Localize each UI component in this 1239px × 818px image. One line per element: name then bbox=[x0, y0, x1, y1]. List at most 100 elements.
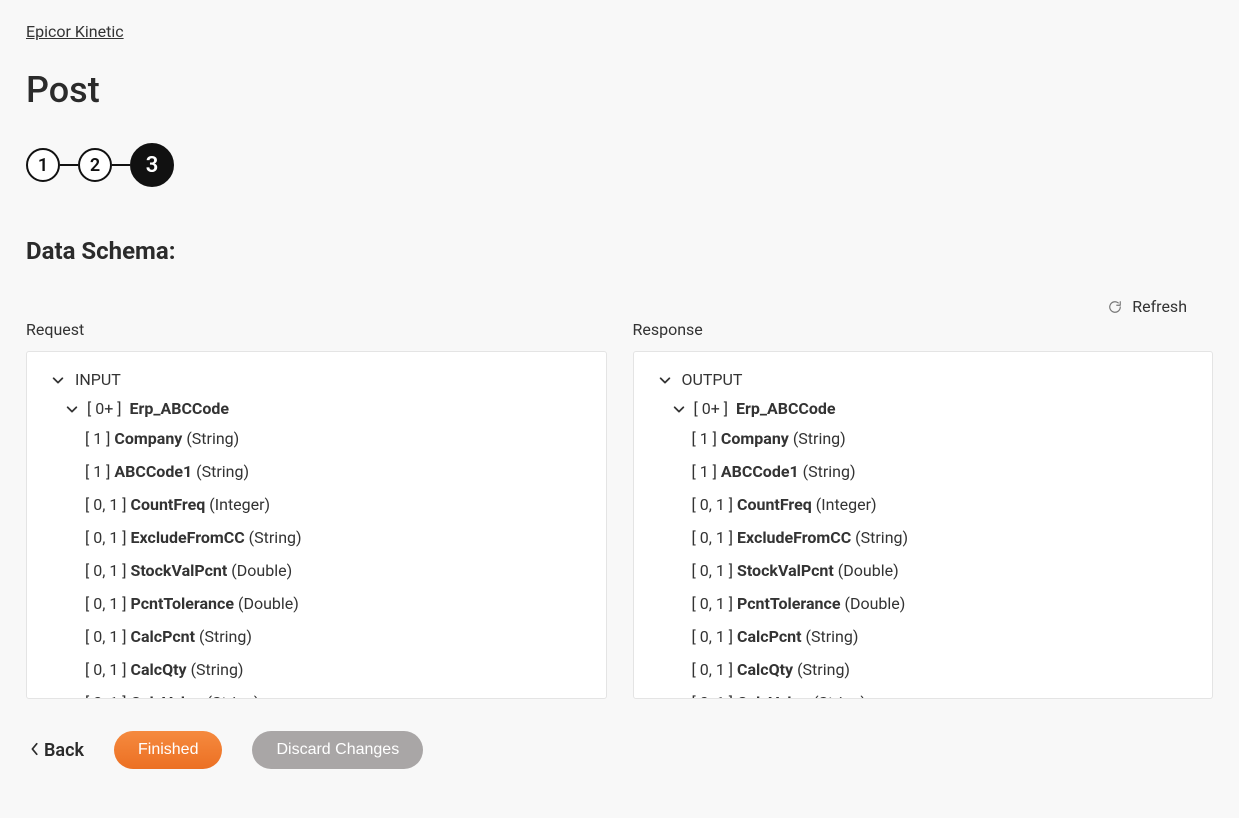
chevron-down-icon bbox=[658, 373, 672, 387]
step-1[interactable]: 1 bbox=[26, 148, 60, 182]
field-name: StockValPcnt bbox=[131, 561, 232, 580]
field-name: CalcPcnt bbox=[737, 627, 806, 646]
step-connector bbox=[60, 164, 78, 166]
field-cardinality: [ 0, 1 ] bbox=[692, 561, 738, 580]
response-field[interactable]: [ 0, 1 ] PcntTolerance (Double) bbox=[658, 592, 1189, 616]
field-type: (String) bbox=[196, 462, 249, 481]
field-name: CountFreq bbox=[737, 495, 816, 514]
field-cardinality: [ 0, 1 ] bbox=[692, 495, 738, 514]
field-type: (Double) bbox=[844, 594, 905, 613]
field-name: CountFreq bbox=[131, 495, 210, 514]
step-3[interactable]: 3 bbox=[130, 143, 174, 187]
breadcrumb[interactable]: Epicor Kinetic bbox=[26, 22, 124, 41]
field-type: (String) bbox=[813, 693, 866, 699]
field-type: (Integer) bbox=[816, 495, 877, 514]
back-button[interactable]: Back bbox=[30, 740, 84, 761]
request-field[interactable]: [ 0, 1 ] PcntTolerance (Double) bbox=[51, 592, 582, 616]
step-connector bbox=[112, 164, 130, 166]
field-type: (String) bbox=[207, 693, 260, 699]
request-field[interactable]: [ 0, 1 ] CountFreq (Integer) bbox=[51, 493, 582, 517]
stepper: 123 bbox=[26, 143, 1213, 187]
chevron-down-icon bbox=[51, 373, 65, 387]
response-field[interactable]: [ 0, 1 ] CountFreq (Integer) bbox=[658, 493, 1189, 517]
page-title: Post bbox=[26, 69, 1213, 111]
request-field[interactable]: [ 0, 1 ] CalcQty (String) bbox=[51, 658, 582, 682]
refresh-icon bbox=[1108, 300, 1122, 314]
response-field[interactable]: [ 0, 1 ] CalcQty (String) bbox=[658, 658, 1189, 682]
request-group-node[interactable]: [ 0+ ] Erp_ABCCode bbox=[51, 399, 582, 418]
field-cardinality: [ 0, 1 ] bbox=[692, 594, 738, 613]
field-name: PcntTolerance bbox=[737, 594, 844, 613]
chevron-down-icon bbox=[65, 402, 79, 416]
field-name: ExcludeFromCC bbox=[737, 528, 855, 547]
response-field[interactable]: [ 0, 1 ] StockValPcnt (Double) bbox=[658, 559, 1189, 583]
field-cardinality: [ 0, 1 ] bbox=[85, 660, 131, 679]
field-cardinality: [ 0, 1 ] bbox=[692, 627, 738, 646]
request-root-node[interactable]: INPUT bbox=[51, 370, 582, 389]
field-type: (Double) bbox=[231, 561, 292, 580]
field-name: Company bbox=[721, 429, 793, 448]
field-name: PcntTolerance bbox=[131, 594, 238, 613]
response-group-node[interactable]: [ 0+ ] Erp_ABCCode bbox=[658, 399, 1189, 418]
field-name: ABCCode1 bbox=[721, 462, 803, 481]
request-group-cardinality: [ 0+ ] bbox=[87, 399, 122, 418]
chevron-left-icon bbox=[30, 740, 40, 761]
request-field[interactable]: [ 1 ] Company (String) bbox=[51, 427, 582, 451]
field-name: CalcQty bbox=[737, 660, 797, 679]
response-field[interactable]: [ 1 ] ABCCode1 (String) bbox=[658, 460, 1189, 484]
response-field[interactable]: [ 0, 1 ] CalcValue (String) bbox=[658, 691, 1189, 699]
field-cardinality: [ 0, 1 ] bbox=[692, 693, 738, 699]
field-type: (String) bbox=[806, 627, 859, 646]
field-name: CalcValue bbox=[131, 693, 207, 699]
field-name: CalcQty bbox=[131, 660, 191, 679]
field-type: (String) bbox=[249, 528, 302, 547]
response-field[interactable]: [ 0, 1 ] ExcludeFromCC (String) bbox=[658, 526, 1189, 550]
request-field[interactable]: [ 0, 1 ] ExcludeFromCC (String) bbox=[51, 526, 582, 550]
response-column: Response OUTPUT[ 0+ ] Erp_ABCCode[ 1 ] C… bbox=[633, 320, 1214, 699]
field-cardinality: [ 0, 1 ] bbox=[85, 627, 131, 646]
field-name: ExcludeFromCC bbox=[131, 528, 249, 547]
discard-changes-button[interactable]: Discard Changes bbox=[252, 731, 423, 769]
request-card: INPUT [ 0+ ] Erp_ABCCode [ 1 ] Company (St… bbox=[26, 351, 607, 699]
footer: Back Finished Discard Changes bbox=[26, 731, 1213, 769]
field-type: (Double) bbox=[838, 561, 899, 580]
refresh-label: Refresh bbox=[1132, 297, 1187, 316]
field-cardinality: [ 0, 1 ] bbox=[85, 561, 131, 580]
response-root-node[interactable]: OUTPUT bbox=[658, 370, 1189, 389]
request-label: Request bbox=[26, 320, 607, 339]
field-type: (Double) bbox=[238, 594, 299, 613]
field-cardinality: [ 1 ] bbox=[692, 429, 721, 448]
response-field[interactable]: [ 0, 1 ] CalcPcnt (String) bbox=[658, 625, 1189, 649]
request-root-label: INPUT bbox=[75, 370, 121, 389]
field-name: CalcPcnt bbox=[131, 627, 200, 646]
request-group-name: Erp_ABCCode bbox=[130, 399, 230, 418]
response-root-label: OUTPUT bbox=[682, 370, 743, 389]
field-type: (String) bbox=[199, 627, 252, 646]
finished-button[interactable]: Finished bbox=[114, 731, 222, 769]
field-cardinality: [ 0, 1 ] bbox=[85, 693, 131, 699]
field-type: (String) bbox=[855, 528, 908, 547]
response-group-cardinality: [ 0+ ] bbox=[694, 399, 729, 418]
request-field[interactable]: [ 0, 1 ] CalcValue (String) bbox=[51, 691, 582, 699]
request-field[interactable]: [ 0, 1 ] StockValPcnt (Double) bbox=[51, 559, 582, 583]
field-type: (Integer) bbox=[209, 495, 270, 514]
field-cardinality: [ 0, 1 ] bbox=[85, 528, 131, 547]
field-cardinality: [ 1 ] bbox=[85, 429, 114, 448]
field-type: (String) bbox=[803, 462, 856, 481]
section-title: Data Schema: bbox=[26, 237, 1213, 265]
field-type: (String) bbox=[797, 660, 850, 679]
field-type: (String) bbox=[793, 429, 846, 448]
request-column: Request INPUT [ 0+ ] Erp_ABCCode [ 1 ] Com… bbox=[26, 320, 607, 699]
chevron-down-icon bbox=[672, 402, 686, 416]
response-card: OUTPUT [ 0+ ] Erp_ABCCode [ 1 ] Company (S… bbox=[633, 351, 1214, 699]
refresh-button[interactable]: Refresh bbox=[26, 297, 1213, 316]
step-2[interactable]: 2 bbox=[78, 148, 112, 182]
field-cardinality: [ 0, 1 ] bbox=[85, 495, 131, 514]
field-cardinality: [ 0, 1 ] bbox=[692, 660, 738, 679]
field-cardinality: [ 0, 1 ] bbox=[692, 528, 738, 547]
response-field[interactable]: [ 1 ] Company (String) bbox=[658, 427, 1189, 451]
field-name: Company bbox=[114, 429, 186, 448]
field-cardinality: [ 1 ] bbox=[692, 462, 721, 481]
request-field[interactable]: [ 1 ] ABCCode1 (String) bbox=[51, 460, 582, 484]
request-field[interactable]: [ 0, 1 ] CalcPcnt (String) bbox=[51, 625, 582, 649]
